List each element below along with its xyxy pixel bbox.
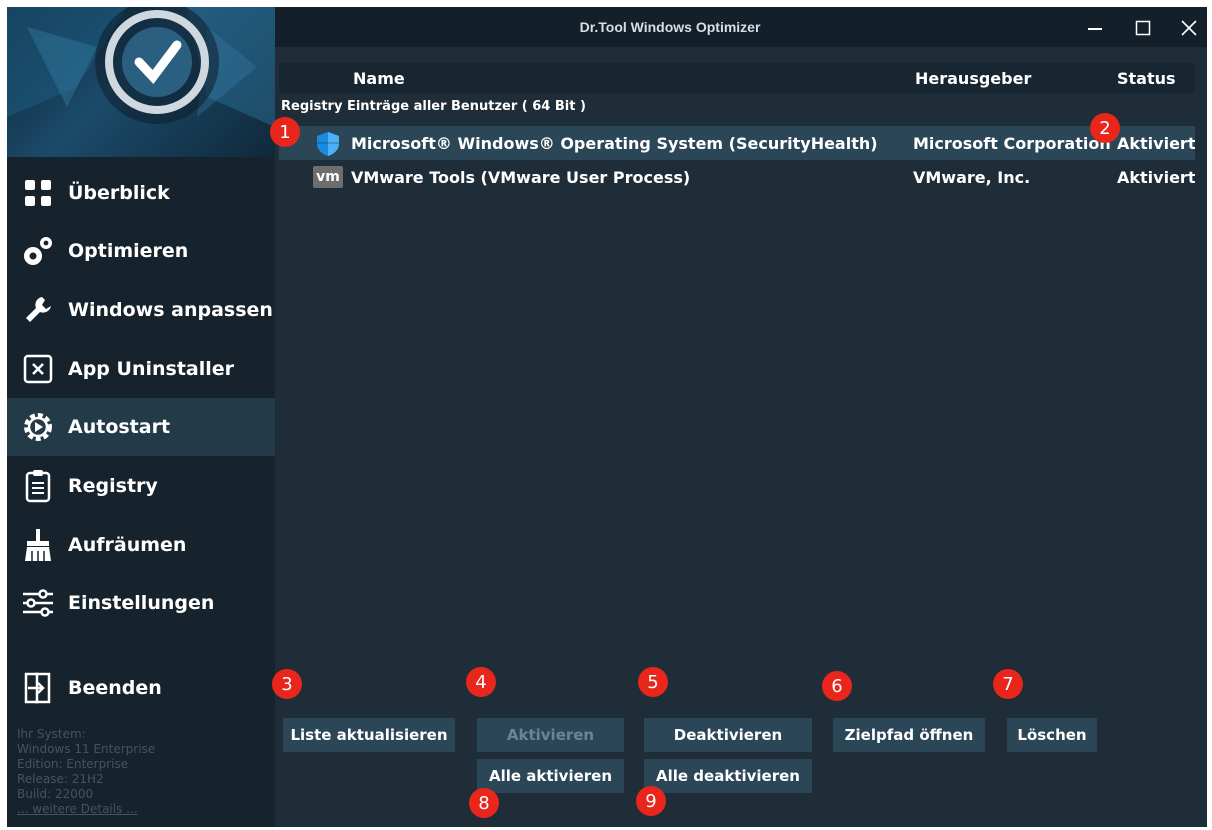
broom-icon: [20, 527, 56, 563]
shield-icon: [315, 131, 341, 156]
column-name[interactable]: Name: [353, 69, 405, 88]
exit-icon: [20, 670, 56, 706]
table-row[interactable]: Microsoft® Windows® Operating System (Se…: [279, 126, 1195, 160]
annotation-badge: 3: [272, 669, 302, 699]
activate-button[interactable]: Aktivieren: [477, 718, 624, 752]
minimize-icon: [1088, 28, 1102, 30]
column-publisher[interactable]: Herausgeber: [915, 69, 1031, 88]
sidebar-item-label: Windows anpassen: [68, 299, 273, 321]
close-icon: [1181, 20, 1197, 36]
maximize-icon: [1135, 20, 1151, 36]
app-window: Überblick Optimieren Windows anpassen Ap…: [7, 7, 1207, 827]
sliders-icon: [20, 585, 56, 621]
list-header: Name Herausgeber Status: [279, 63, 1195, 93]
sidebar-item-label: Aufräumen: [68, 534, 187, 556]
app-logo: [7, 7, 275, 157]
title-bar: Dr.Tool Windows Optimizer: [275, 7, 1207, 47]
row-status: Aktiviert: [1117, 134, 1196, 153]
grid-icon: [20, 175, 56, 211]
annotation-badge: 7: [993, 669, 1023, 699]
vm-icon: vm: [313, 166, 343, 188]
sidebar: Überblick Optimieren Windows anpassen Ap…: [7, 7, 275, 827]
row-name: Microsoft® Windows® Operating System (Se…: [351, 134, 878, 153]
open-target-path-button[interactable]: Zielpfad öffnen: [833, 718, 985, 752]
sidebar-item-registry[interactable]: Registry: [7, 457, 275, 515]
row-publisher: Microsoft Corporation: [913, 134, 1111, 153]
system-info-edition: Edition: Enterprise: [17, 757, 129, 771]
sidebar-item-label: Überblick: [68, 182, 170, 204]
clipboard-icon: [20, 468, 56, 504]
sidebar-item-label: Registry: [68, 475, 158, 497]
quit-label: Beenden: [68, 677, 162, 699]
sidebar-item-einstellungen[interactable]: Einstellungen: [7, 574, 275, 632]
sidebar-item-app-uninstaller[interactable]: App Uninstaller: [7, 340, 275, 398]
annotation-badge: 8: [469, 788, 499, 818]
system-info-build: Build: 22000: [17, 787, 94, 801]
uninstall-icon: [20, 351, 56, 387]
sidebar-item-windows-anpassen[interactable]: Windows anpassen: [7, 281, 275, 339]
sidebar-item-label: Optimieren: [68, 240, 189, 262]
annotation-badge: 9: [636, 786, 666, 816]
quit-button[interactable]: Beenden: [7, 659, 275, 717]
sidebar-item-label: App Uninstaller: [68, 358, 235, 380]
column-status[interactable]: Status: [1117, 69, 1176, 88]
annotation-badge: 6: [822, 671, 852, 701]
refresh-list-button[interactable]: Liste aktualisieren: [283, 718, 455, 752]
wrench-icon: [20, 292, 56, 328]
minimize-button[interactable]: [1073, 13, 1117, 43]
system-details-link[interactable]: ... weitere Details ...: [17, 802, 267, 817]
deactivate-all-button[interactable]: Alle deaktivieren: [644, 759, 812, 793]
autostart-gear-icon: [20, 409, 56, 445]
gears-icon: [20, 233, 56, 269]
sidebar-item-label: Autostart: [68, 416, 171, 438]
activate-all-button[interactable]: Alle aktivieren: [477, 759, 624, 793]
sidebar-item-label: Einstellungen: [68, 592, 215, 614]
row-name: VMware Tools (VMware User Process): [351, 168, 691, 187]
system-info-release: Release: 21H2: [17, 772, 104, 786]
system-info: Ihr System: Windows 11 Enterprise Editio…: [17, 727, 267, 817]
delete-button[interactable]: Löschen: [1007, 718, 1097, 752]
sidebar-item-ueberblick[interactable]: Überblick: [7, 164, 275, 222]
window-title: Dr.Tool Windows Optimizer: [579, 19, 761, 35]
row-status: Aktiviert: [1117, 168, 1196, 187]
annotation-badge: 1: [270, 117, 300, 147]
group-label: Registry Einträge aller Benutzer ( 64 Bi…: [281, 99, 586, 114]
row-publisher: VMware, Inc.: [913, 168, 1031, 187]
table-row[interactable]: vm VMware Tools (VMware User Process) VM…: [279, 160, 1195, 194]
system-info-heading: Ihr System:: [17, 727, 86, 741]
close-button[interactable]: [1167, 13, 1207, 43]
annotation-badge: 5: [638, 667, 668, 697]
annotation-badge: 4: [466, 667, 496, 697]
sidebar-item-optimieren[interactable]: Optimieren: [7, 222, 275, 280]
sidebar-item-autostart[interactable]: Autostart: [7, 398, 275, 456]
sidebar-item-aufraeumen[interactable]: Aufräumen: [7, 516, 275, 574]
annotation-badge: 2: [1090, 113, 1120, 143]
deactivate-button[interactable]: Deaktivieren: [644, 718, 812, 752]
system-info-os: Windows 11 Enterprise: [17, 742, 156, 756]
maximize-button[interactable]: [1121, 13, 1165, 43]
